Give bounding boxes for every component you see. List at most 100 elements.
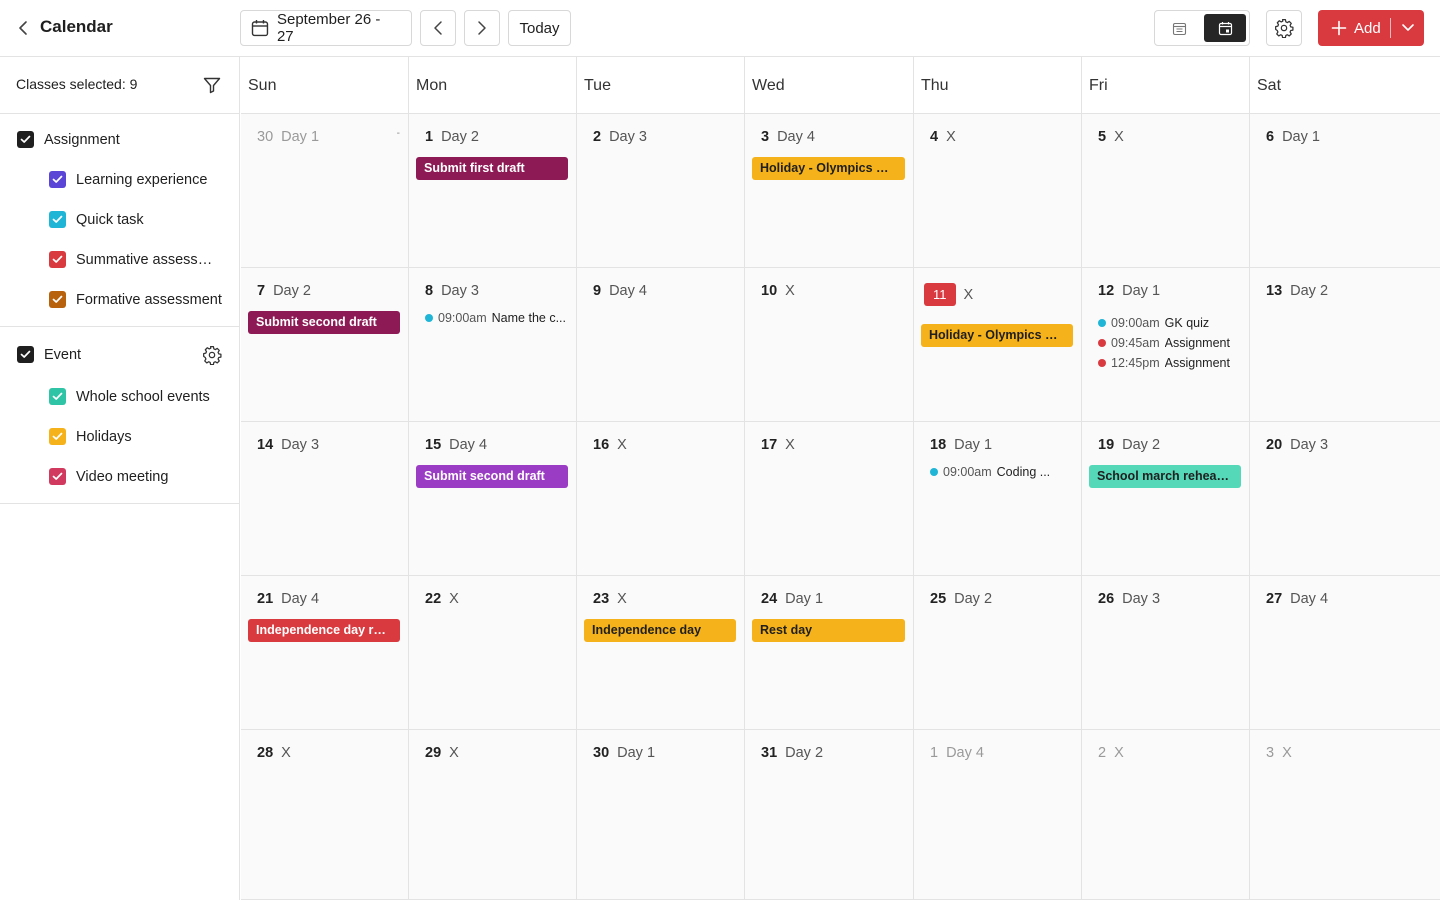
filter-video-meeting[interactable]: Video meeting <box>49 468 168 485</box>
today-button[interactable]: Today <box>508 10 571 46</box>
day-cell[interactable]: 20 Day 3 <box>1250 422 1440 576</box>
event-toggle[interactable]: Event <box>17 346 81 363</box>
day-cell[interactable]: 21 Day 4 Independence day rhe.. <box>241 576 409 730</box>
day-cell[interactable]: 4X <box>914 114 1082 268</box>
day-cell[interactable]: 12 Day 1 09:00am GK quiz 09:45am Assignment 12… <box>1082 268 1250 422</box>
filter-holidays[interactable]: Holidays <box>49 428 132 445</box>
back-button[interactable] <box>14 18 32 38</box>
day-cell[interactable]: 8 Day 3 09:00am Name the c... <box>409 268 577 422</box>
day-cell[interactable]: 6 Day 1 <box>1250 114 1440 268</box>
day-cell-header: 29 X <box>425 745 459 761</box>
timed-event[interactable]: 09:00am Name the c... <box>425 311 570 325</box>
event-bar[interactable]: Submit second draft <box>248 311 400 334</box>
day-cell[interactable]: 1 Day 2 Submit first draft <box>409 114 577 268</box>
event-bar[interactable]: Submit second draft <box>416 465 568 488</box>
day-cell[interactable]: 28 X <box>241 730 409 900</box>
calendar-week-icon <box>1172 22 1186 35</box>
day-cell[interactable]: 23 X Independence day <box>577 576 745 730</box>
chevron-left-icon <box>19 21 27 35</box>
date-number: 17 <box>761 437 778 453</box>
filter-quick-task[interactable]: Quick task <box>49 211 144 228</box>
day-cell[interactable]: 1 Day 4 <box>914 730 1082 900</box>
filter-icon[interactable] <box>202 75 222 95</box>
day-cell[interactable]: 13 Day 2 <box>1250 268 1440 422</box>
checkbox-checked-icon[interactable] <box>49 388 66 405</box>
checkbox-checked-icon[interactable] <box>49 428 66 445</box>
day-cell[interactable]: 2 Day 3 <box>577 114 745 268</box>
event-bar[interactable]: Holiday - Olympics Day <box>752 157 905 180</box>
event-dot-icon <box>930 468 938 476</box>
timed-event[interactable]: 09:45am Assignment <box>1098 336 1243 350</box>
event-bar[interactable]: Submit first draft <box>416 157 568 180</box>
filter-learning-experience[interactable]: Learning experience <box>49 171 207 188</box>
day-cell[interactable]: 31 Day 2 <box>745 730 914 900</box>
checkbox-checked-icon[interactable] <box>49 171 66 188</box>
day-cell[interactable]: 27 Day 4 <box>1250 576 1440 730</box>
rotation-day: X <box>963 286 974 303</box>
day-cell[interactable]: 25 Day 2 <box>914 576 1082 730</box>
add-button[interactable]: Add <box>1318 10 1424 46</box>
event-bar[interactable]: School march rehearsal <box>1089 465 1241 488</box>
day-cell[interactable]: 9 Day 4 <box>577 268 745 422</box>
day-cell[interactable]: 26 Day 3 <box>1082 576 1250 730</box>
event-bar[interactable]: Independence day <box>584 619 736 642</box>
day-cell[interactable]: 2X <box>1082 730 1250 900</box>
filter-formative-assessment[interactable]: Formative assessment <box>49 291 222 308</box>
day-cell-header: 30 Day 1 <box>257 129 319 145</box>
settings-button[interactable] <box>1266 10 1302 46</box>
day-cell-header: 24 Day 1 <box>761 591 823 607</box>
timed-event[interactable]: 09:00am Coding ... <box>930 465 1075 479</box>
day-cell[interactable]: 19 Day 2 School march rehearsal <box>1082 422 1250 576</box>
timed-event[interactable]: 12:45pm Assignment <box>1098 356 1243 370</box>
day-cell[interactable]: 10 X <box>745 268 914 422</box>
month-view-option[interactable] <box>1204 14 1246 42</box>
assignment-toggle[interactable]: Assignment <box>17 131 120 148</box>
day-cell-header: 23 X <box>593 591 627 607</box>
day-cell[interactable]: 15 Day 4 Submit second draft <box>409 422 577 576</box>
rotation-day: Day 4 <box>609 283 647 299</box>
day-cell[interactable]: 29 X <box>409 730 577 900</box>
add-main-action[interactable]: Add <box>1318 20 1390 37</box>
checkbox-checked-icon[interactable] <box>49 291 66 308</box>
checkbox-checked-icon[interactable] <box>17 346 34 363</box>
event-bar[interactable]: Independence day rhe.. <box>248 619 400 642</box>
event-title: GK quiz <box>1164 316 1210 330</box>
next-button[interactable] <box>464 10 500 46</box>
rotation-day: Day 2 <box>1122 437 1161 453</box>
day-cell-header: 8 Day 3 <box>425 283 479 299</box>
day-cell[interactable]: 24 Day 1 Rest day <box>745 576 914 730</box>
day-cell[interactable]: 5X <box>1082 114 1250 268</box>
filter-whole-school-events[interactable]: Whole school events <box>49 388 210 405</box>
checkbox-checked-icon[interactable] <box>49 251 66 268</box>
filter-label: Whole school events <box>76 388 210 405</box>
day-cell[interactable]: 3X <box>1250 730 1440 900</box>
date-number: 14 <box>257 437 274 453</box>
day-cell[interactable]: 30 Day 1 - <box>241 114 409 268</box>
day-cell[interactable]: 30 Day 1 <box>577 730 745 900</box>
day-cell-header: 3 Day 4 <box>761 129 815 145</box>
day-cell[interactable]: 22 X <box>409 576 577 730</box>
date-range-picker[interactable]: September 26 - 27 <box>240 10 412 46</box>
add-dropdown-toggle[interactable] <box>1391 23 1424 33</box>
date-number: 2 <box>1098 745 1107 761</box>
day-cell[interactable]: 17 X <box>745 422 914 576</box>
event-bar[interactable]: Rest day <box>752 619 905 642</box>
previous-button[interactable] <box>420 10 456 46</box>
day-cell[interactable]: 18 Day 1 09:00am Coding ... <box>914 422 1082 576</box>
day-cell[interactable]: 3 Day 4 Holiday - Olympics Day <box>745 114 914 268</box>
date-number: 22 <box>425 591 442 607</box>
checkbox-checked-icon[interactable] <box>49 468 66 485</box>
day-cell[interactable]: 7 Day 2 Submit second draft <box>241 268 409 422</box>
day-cell[interactable]: 16 X <box>577 422 745 576</box>
week-view-option[interactable] <box>1158 14 1200 42</box>
gear-icon[interactable] <box>202 345 222 365</box>
filter-summative-assessment[interactable]: Summative assessment <box>49 251 222 268</box>
event-bar[interactable]: Holiday - Olympics Day <box>921 324 1073 347</box>
event-dot-icon <box>1098 339 1106 347</box>
day-cell[interactable]: 11 X Holiday - Olympics Day <box>914 268 1082 422</box>
day-cell-header: 13 Day 2 <box>1266 283 1328 299</box>
checkbox-checked-icon[interactable] <box>49 211 66 228</box>
day-cell[interactable]: 14 Day 3 <box>241 422 409 576</box>
timed-event[interactable]: 09:00am GK quiz <box>1098 316 1243 330</box>
checkbox-checked-icon[interactable] <box>17 131 34 148</box>
